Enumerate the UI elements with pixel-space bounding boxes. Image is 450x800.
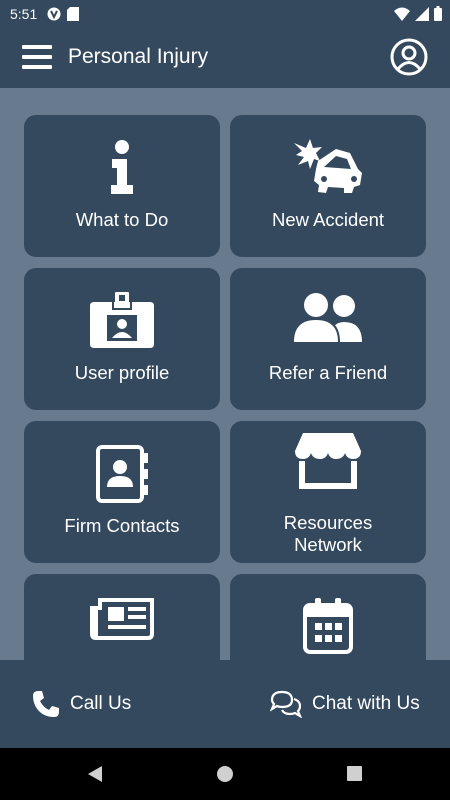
account-circle-icon [390,38,428,76]
sd-card-icon [67,7,80,21]
address-book-icon [96,445,148,503]
recents-button[interactable] [346,764,364,789]
home-button[interactable] [216,764,234,789]
chat-with-us-label: Chat with Us [312,693,420,714]
profile-button[interactable] [390,38,428,76]
tile-refer-a-friend[interactable]: Refer a Friend [230,268,426,410]
back-button[interactable] [86,764,104,789]
status-left-icons [47,7,80,21]
bottom-action-bar: Call Us Chat with Us [0,660,450,748]
wifi-icon [394,7,410,21]
menu-button[interactable] [22,42,52,72]
status-right-icons [394,6,442,21]
tile-label: User profile [74,362,170,383]
home-circle-icon [217,766,233,782]
call-us-label: Call Us [70,693,132,714]
tile-label: Refer a Friend [268,362,388,383]
app-icon [47,7,61,21]
users-icon [292,292,362,342]
tile-new-accident[interactable]: New Accident [230,115,426,257]
info-icon [111,140,133,194]
tile-news[interactable] [24,574,220,660]
id-badge-icon [90,292,154,348]
back-triangle-icon [88,766,102,782]
status-bar: 5:51 [0,0,450,28]
tile-label: Resources Network [283,512,373,555]
system-nav-bar [0,748,450,800]
page-title: Personal Injury [68,45,209,68]
chat-bubbles-icon [270,690,302,718]
tile-label: Firm Contacts [64,515,180,536]
battery-icon [434,6,442,21]
tile-label: What to Do [75,209,169,230]
tile-calendar[interactable] [230,574,426,660]
call-us-button[interactable]: Call Us [32,660,131,748]
tile-resources-network[interactable]: Resources Network [230,421,426,563]
calendar-icon [303,598,353,654]
recents-square-icon [347,766,362,781]
app-bar: Personal Injury [0,28,450,88]
hamburger-menu-icon [22,45,52,69]
tile-what-to-do[interactable]: What to Do [24,115,220,257]
status-time: 5:51 [10,6,38,22]
signal-icon [415,6,429,21]
tile-user-profile[interactable]: User profile [24,268,220,410]
tile-firm-contacts[interactable]: Firm Contacts [24,421,220,563]
chat-with-us-button[interactable]: Chat with Us [270,660,420,748]
tile-label: New Accident [271,209,385,230]
phone-icon [33,691,59,717]
store-icon [295,433,361,489]
newspaper-icon [90,598,154,640]
car-crash-icon [294,139,362,193]
tile-grid: What to Do New Accident User profile Ref… [0,88,450,660]
